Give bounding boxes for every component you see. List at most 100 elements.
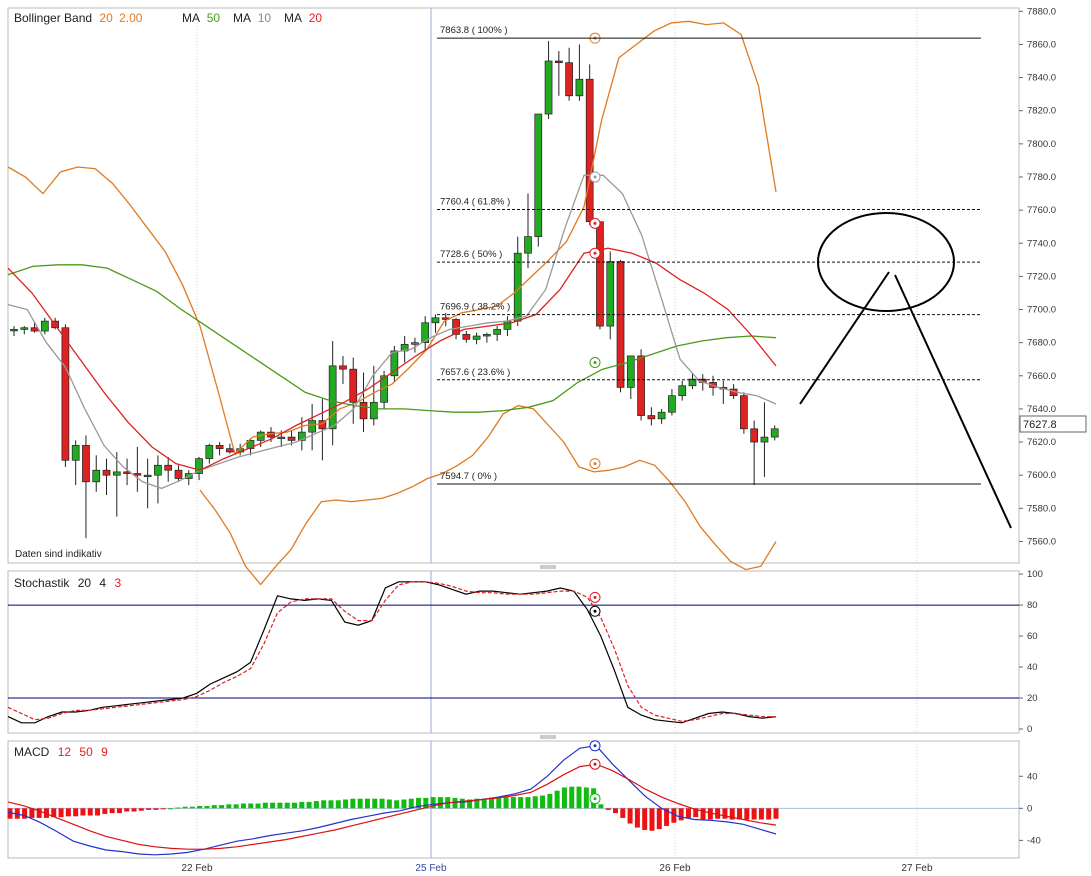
fib-level-label: 7760.4 ( 61.8% )	[440, 196, 510, 207]
candle-body	[637, 355, 645, 416]
candle-body	[40, 320, 49, 332]
macd-histogram-bar	[299, 801, 305, 809]
macd-histogram-bar	[605, 808, 611, 810]
legend-ma20-label: MA	[284, 11, 302, 25]
macd-histogram-bar	[481, 798, 487, 809]
macd-y-tick-label: 40	[1027, 771, 1038, 782]
stoch-legend-p3: 3	[114, 576, 121, 590]
macd-legend-p3: 9	[101, 745, 108, 759]
macd-histogram-bar	[313, 801, 319, 809]
price-marker-dot	[593, 251, 597, 255]
macd-histogram-bar	[452, 797, 458, 809]
macd-histogram-bar	[328, 800, 334, 809]
macd-histogram-bar	[182, 806, 188, 809]
candle-body	[493, 329, 502, 335]
macd-histogram-bar	[262, 802, 268, 809]
macd-histogram-bar	[634, 808, 640, 828]
macd-histogram-bar	[656, 808, 662, 830]
candle-body	[534, 113, 543, 237]
macd-histogram-bar	[204, 805, 210, 809]
candle-body	[411, 342, 419, 345]
macd-histogram-bar	[284, 802, 290, 809]
stoch-y-tick-label: 0	[1027, 724, 1032, 735]
x-tick-label: 26 Feb	[659, 863, 691, 874]
macd-histogram-bar	[408, 798, 414, 809]
macd-histogram-bar	[678, 808, 684, 821]
annotation-up-stroke	[799, 271, 890, 405]
legend-ma50-label: MA	[182, 11, 200, 25]
candle-body	[760, 436, 769, 443]
svg-text:MA 20: MA 20	[284, 11, 322, 25]
price-y-tick-label: 7620.0	[1027, 437, 1056, 448]
price-y-tick-label: 7840.0	[1027, 73, 1056, 84]
macd-histogram-bar	[124, 808, 130, 812]
macd-histogram-bar	[394, 800, 400, 809]
macd-histogram-bar	[138, 808, 144, 811]
macd-histogram-bar	[95, 808, 101, 816]
macd-histogram-bar	[525, 797, 531, 809]
stoch-marker-dot	[593, 609, 597, 613]
fib-level-label: 7728.6 ( 50% )	[440, 249, 502, 260]
macd-histogram-bar	[364, 798, 370, 809]
price-y-tick-label: 7680.0	[1027, 338, 1056, 349]
macd-histogram-bar	[459, 798, 465, 809]
macd-histogram-bar	[437, 797, 443, 809]
macd-histogram-bar	[700, 808, 706, 820]
macd-histogram-bar	[547, 793, 553, 809]
macd-histogram-bar	[167, 808, 173, 810]
price-y-tick-label: 7660.0	[1027, 371, 1056, 382]
candle-body	[164, 464, 173, 471]
candle-body	[575, 78, 584, 97]
candle-body	[596, 221, 604, 327]
legend-ma10-label: MA	[233, 11, 251, 25]
candle-body	[770, 428, 779, 438]
macd-legend-p1: 12	[58, 745, 72, 759]
overlay-line-bollinger-upper	[7, 20, 777, 455]
macd-histogram-bar	[766, 808, 772, 820]
fib-level-label: 7594.7 ( 0% )	[440, 471, 497, 482]
stoch-marker-dot	[593, 595, 597, 599]
candle-body	[616, 261, 625, 388]
legend-ma20-value: 20	[309, 11, 323, 25]
candle-body	[143, 474, 152, 478]
macd-histogram-bar	[233, 804, 239, 809]
macd-histogram-bar	[751, 808, 757, 820]
stoch-y-tick-label: 20	[1027, 693, 1038, 704]
stoch-legend-p2: 4	[99, 576, 106, 590]
macd-histogram-bar	[518, 797, 524, 809]
macd-y-tick-label: -40	[1027, 835, 1041, 846]
chart-canvas: 7863.8 ( 100% ) 7760.4 ( 61.8% ) 7728.6 ( …	[7, 6, 1087, 874]
macd-histogram-bar	[87, 808, 93, 816]
candle-body	[174, 469, 183, 479]
candle-body	[226, 448, 234, 453]
macd-histogram-bar	[722, 808, 728, 819]
macd-histogram-bar	[211, 805, 217, 809]
chart-root: 7863.8 ( 100% ) 7760.4 ( 61.8% ) 7728.6 ( …	[0, 0, 1091, 876]
svg-text:Stochastik 20 4: Stochastik 20 4 3	[14, 576, 121, 590]
legend-ma50-value: 50	[207, 11, 221, 25]
macd-series-macd	[7, 745, 777, 856]
macd-histogram-bar	[175, 807, 181, 809]
overlay-line-ma-50	[7, 264, 777, 413]
candle-body	[133, 473, 142, 476]
macd-histogram-bar	[321, 800, 327, 809]
macd-histogram-bar	[102, 808, 108, 814]
price-y-tick-label: 7580.0	[1027, 503, 1056, 514]
macd-histogram-bar	[343, 799, 349, 809]
candle-body	[668, 395, 676, 413]
stoch-y-tick-label: 80	[1027, 600, 1038, 611]
candle-body	[61, 327, 70, 461]
candle-body	[359, 401, 368, 420]
annotation-down-stroke	[894, 274, 1012, 529]
candle-body	[554, 60, 563, 64]
candle-body	[308, 420, 316, 433]
macd-histogram-bar	[131, 808, 137, 812]
macd-histogram-bar	[613, 808, 619, 814]
x-tick-label: 22 Feb	[181, 863, 213, 874]
macd-histogram-bar	[598, 804, 604, 809]
macd-histogram-bar	[379, 798, 385, 809]
macd-legend-label: MACD	[14, 745, 50, 759]
candle-body	[92, 469, 101, 483]
price-y-tick-label: 7820.0	[1027, 106, 1056, 117]
macd-histogram-bar	[569, 786, 575, 809]
